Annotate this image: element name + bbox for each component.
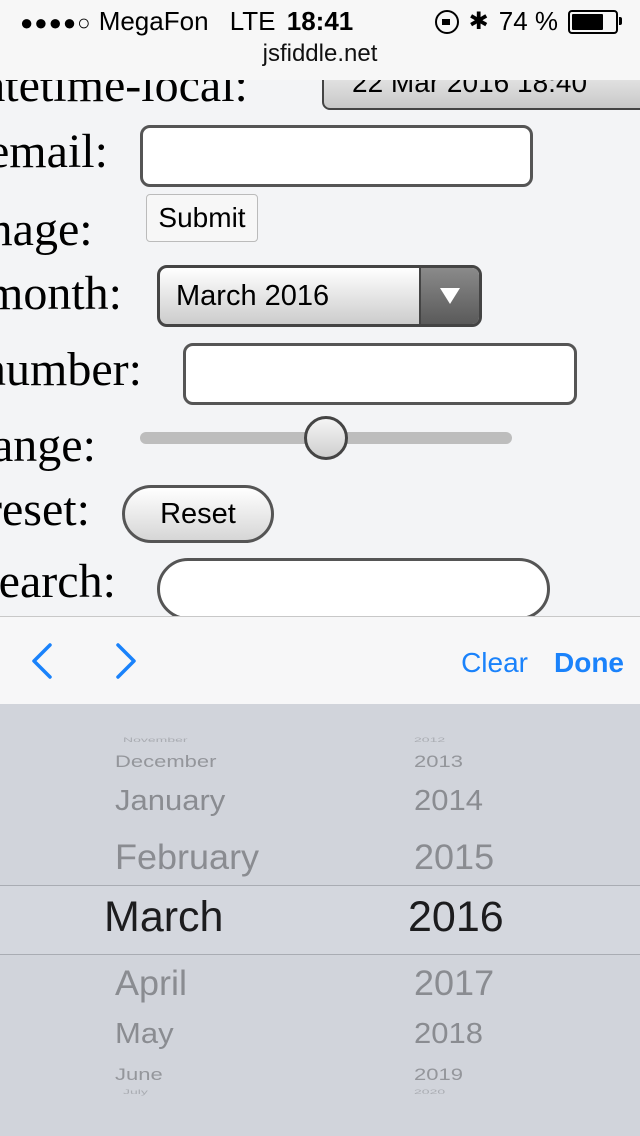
range-slider-thumb[interactable]: [304, 416, 348, 460]
picker-month-may[interactable]: May: [115, 1017, 174, 1050]
next-field-button[interactable]: [106, 639, 146, 683]
picker-year-2012[interactable]: 2012: [414, 736, 445, 743]
email-label: email:: [0, 125, 108, 178]
picker-year-2019[interactable]: 2019: [414, 1065, 463, 1085]
email-field[interactable]: [140, 125, 533, 187]
clear-button[interactable]: Clear: [461, 647, 528, 679]
rotation-lock-icon: [434, 9, 459, 34]
range-label: range:: [0, 419, 96, 472]
bluetooth-icon: ✱: [468, 8, 489, 35]
battery-percent: 74 %: [498, 6, 558, 36]
picker-month-june[interactable]: June: [115, 1065, 163, 1085]
keyboard-accessory-bar: Clear Done: [0, 616, 640, 705]
picker-month-april[interactable]: April: [115, 963, 187, 1004]
search-field[interactable]: [157, 558, 550, 616]
number-label: number:: [0, 343, 142, 396]
datetime-local-label: datetime-local:: [0, 80, 248, 112]
battery-fill: [572, 13, 604, 30]
picker-year-2018[interactable]: 2018: [414, 1017, 483, 1050]
chevron-left-icon: [32, 643, 52, 679]
status-right: ✱ 74 %: [434, 6, 622, 37]
picker-year-2016[interactable]: 2016: [408, 893, 504, 942]
picker-year-2014[interactable]: 2014: [414, 784, 483, 817]
month-select[interactable]: March 2016: [157, 265, 482, 327]
picker-month-february[interactable]: February: [115, 837, 259, 878]
chevron-right-icon: [116, 643, 136, 679]
picker-month-march[interactable]: March: [104, 893, 223, 942]
done-button[interactable]: Done: [554, 647, 624, 679]
form-content: datetime-local: 22 Mar 2016 18:40 email:…: [0, 80, 640, 616]
chevron-down-icon: [419, 268, 479, 324]
reset-label: reset:: [0, 483, 90, 536]
month-select-value: March 2016: [176, 280, 330, 312]
picker-year-2017[interactable]: 2017: [414, 963, 494, 1004]
reset-button[interactable]: Reset: [122, 485, 274, 543]
month-year-picker[interactable]: November December January February March Apri…: [0, 704, 640, 1136]
picker-month-january[interactable]: January: [115, 784, 225, 817]
picker-month-july[interactable]: July: [123, 1088, 148, 1095]
page-url[interactable]: jsfiddle.net: [0, 40, 640, 68]
previous-field-button[interactable]: [22, 639, 62, 683]
picker-selection-band: [0, 885, 640, 955]
picker-year-2013[interactable]: 2013: [414, 752, 463, 772]
datetime-local-input[interactable]: 22 Mar 2016 18:40: [322, 80, 640, 110]
image-submit-button[interactable]: Submit: [146, 194, 258, 242]
picker-month-december[interactable]: December: [115, 752, 216, 772]
battery-icon: [568, 9, 622, 34]
status-bar: ●●●●○ MegaFon LTE 18:41 ✱ 74 % jsfiddle.…: [0, 0, 640, 80]
image-label: image:: [0, 203, 93, 256]
picker-year-2015[interactable]: 2015: [414, 837, 494, 878]
number-field[interactable]: [183, 343, 577, 405]
picker-year-2020[interactable]: 2020: [414, 1088, 445, 1095]
search-label: search:: [0, 555, 116, 608]
month-label: month:: [0, 267, 123, 320]
picker-month-november[interactable]: November: [123, 736, 188, 743]
